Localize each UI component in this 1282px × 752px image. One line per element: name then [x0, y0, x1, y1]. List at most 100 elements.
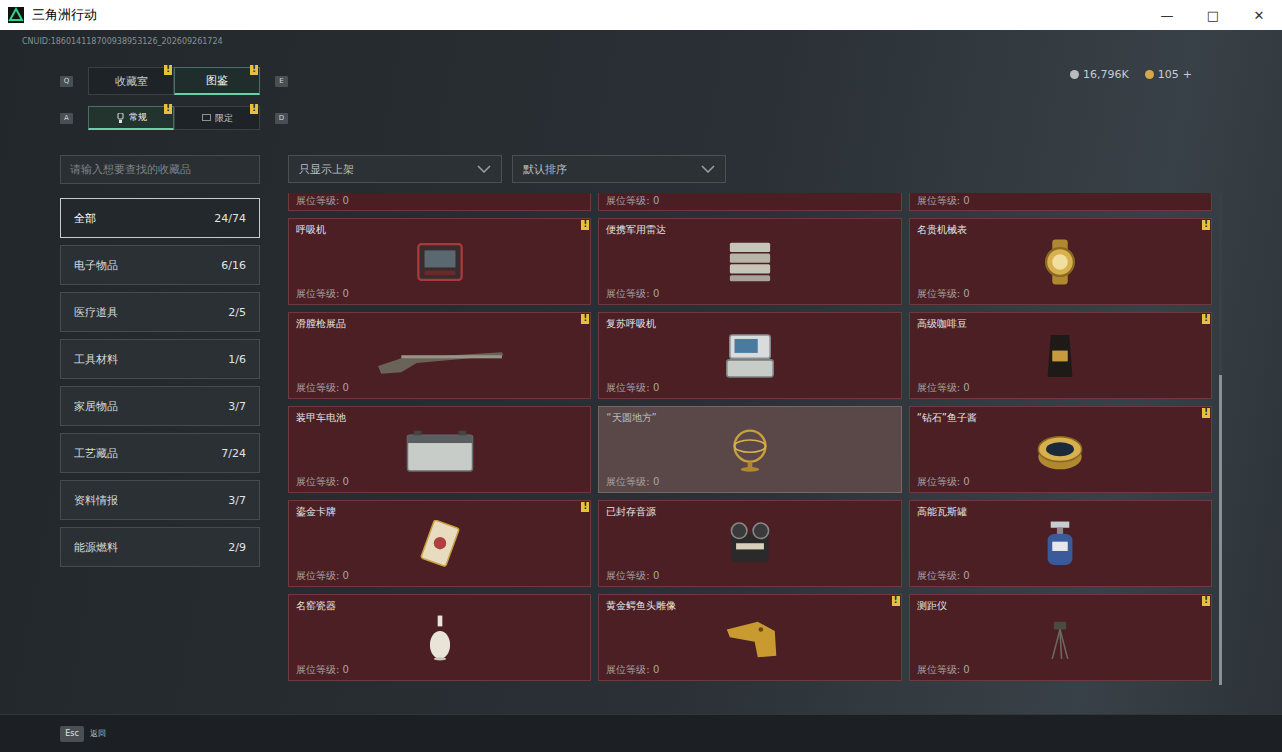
item-level: 展位等级: 0: [606, 287, 659, 301]
window-control-button[interactable]: —: [1144, 0, 1190, 30]
item-icon: [990, 614, 1130, 662]
tab-row: Q收藏室!图鉴!E: [60, 66, 288, 96]
item-name: “钻石”鱼子酱: [917, 411, 977, 425]
game-window: 三角洲行动 —□✕CNUID:186014118700938953126_2026…: [0, 0, 1282, 752]
category-item[interactable]: 电子物品6/16: [60, 245, 260, 285]
alert-badge: !: [250, 65, 258, 75]
item-name: 呼吸机: [296, 223, 326, 237]
add-currency-button[interactable]: +: [1183, 68, 1192, 81]
back-label[interactable]: 返回: [90, 728, 106, 739]
category-item[interactable]: 资料情报3/7: [60, 480, 260, 520]
item-card[interactable]: 滑膛枪展品展位等级: 0!: [288, 312, 591, 399]
item-name: 高级咖啡豆: [917, 317, 967, 331]
alert-badge: !: [892, 596, 900, 606]
subtab[interactable]: 常规!: [88, 106, 174, 130]
subtab[interactable]: 限定!: [174, 106, 260, 130]
item-card[interactable]: 黄金鳄鱼头雕像展位等级: 0!: [598, 594, 901, 681]
item-card[interactable]: 复苏呼吸机展位等级: 0: [598, 312, 901, 399]
chevron-down-icon: [701, 165, 715, 173]
item-card[interactable]: 呼吸机展位等级: 0!: [288, 218, 591, 305]
item-level: 展位等级: 0: [917, 287, 970, 301]
item-level: 展位等级: 0: [606, 569, 659, 583]
currency-item: 105: [1145, 68, 1179, 81]
item-card[interactable]: 鎏金卡牌展位等级: 0!: [288, 500, 591, 587]
item-level: 展位等级: 0: [606, 663, 659, 677]
item-card[interactable]: 高能瓦斯罐展位等级: 0: [909, 500, 1212, 587]
item-level: 展位等级: 0: [917, 569, 970, 583]
category-item[interactable]: 工艺藏品7/24: [60, 433, 260, 473]
item-level: 展位等级: 0: [296, 381, 349, 395]
item-card[interactable]: 便携军用雷达展位等级: 0: [598, 218, 901, 305]
scrollbar-thumb[interactable]: [1219, 375, 1222, 685]
header: CNUID:186014118700938953126_202609261724…: [0, 30, 1282, 130]
item-level: 展位等级: 0: [296, 569, 349, 583]
category-item[interactable]: 全部24/74: [60, 198, 260, 238]
chevron-down-icon: [477, 165, 491, 173]
alert-badge: !: [581, 314, 589, 324]
filter-dropdown[interactable]: 只显示上架: [288, 155, 502, 183]
currency-bar: 16,796K 105 +: [1070, 36, 1282, 82]
key-hint: Q: [60, 76, 73, 87]
trophy-icon: [116, 113, 125, 123]
item-name: 已封存音源: [606, 505, 656, 519]
window-control-button[interactable]: ✕: [1236, 0, 1282, 30]
item-icon: [680, 426, 820, 474]
item-icon: [990, 520, 1130, 568]
item-card[interactable]: 展位等级: 0: [598, 193, 901, 211]
item-icon: [370, 614, 510, 662]
category-item[interactable]: 能源燃料2/9: [60, 527, 260, 567]
tab[interactable]: 收藏室!: [88, 67, 174, 95]
esc-key[interactable]: Esc: [60, 726, 84, 742]
tab[interactable]: 图鉴!: [174, 67, 260, 95]
logo-icon: [8, 7, 24, 23]
item-name: 滑膛枪展品: [296, 317, 346, 331]
item-icon: [990, 426, 1130, 474]
footer-bar: Esc 返回: [0, 714, 1282, 752]
subtab-row: A常规!限定!D: [60, 106, 288, 130]
currency-item: 16,796K: [1070, 68, 1129, 81]
title-bar: 三角洲行动 —□✕: [0, 0, 1282, 30]
window-title: 三角洲行动: [32, 6, 97, 24]
item-card[interactable]: 名贵机械表展位等级: 0!: [909, 218, 1212, 305]
item-icon: [990, 238, 1130, 286]
window-control-button[interactable]: □: [1190, 0, 1236, 30]
item-card[interactable]: “钻石”鱼子酱展位等级: 0!: [909, 406, 1212, 493]
category-item[interactable]: 医疗道具2/5: [60, 292, 260, 332]
item-name: 装甲车电池: [296, 411, 346, 425]
item-level: 展位等级: 0: [606, 381, 659, 395]
item-card[interactable]: 测距仪展位等级: 0!: [909, 594, 1212, 681]
alert-badge: !: [250, 104, 258, 114]
item-card[interactable]: 展位等级: 0: [288, 193, 591, 211]
category-item[interactable]: 家居物品3/7: [60, 386, 260, 426]
item-name: 高能瓦斯罐: [917, 505, 967, 519]
item-icon: [370, 426, 510, 474]
item-card[interactable]: “天圆地方”展位等级: 0: [598, 406, 901, 493]
item-level: 展位等级: 0: [296, 287, 349, 301]
search-field[interactable]: 请输入想要查找的收藏品: [60, 155, 260, 184]
item-level: 展位等级: 0: [296, 663, 349, 677]
alert-badge: !: [1202, 314, 1210, 324]
item-card[interactable]: 展位等级: 0: [909, 193, 1212, 211]
item-level: 展位等级: 0: [917, 663, 970, 677]
alert-badge: !: [164, 104, 172, 114]
coin-icon: [1070, 70, 1079, 79]
alert-badge: !: [164, 65, 172, 75]
filter-dropdown[interactable]: 默认排序: [512, 155, 726, 183]
window-controls: —□✕: [1144, 0, 1282, 30]
item-card[interactable]: 高级咖啡豆展位等级: 0!: [909, 312, 1212, 399]
coin-icon: [1145, 70, 1154, 79]
item-name: 复苏呼吸机: [606, 317, 656, 331]
category-item[interactable]: 工具材料1/6: [60, 339, 260, 379]
item-icon: [680, 332, 820, 380]
item-card[interactable]: 已封存音源展位等级: 0: [598, 500, 901, 587]
item-level: 展位等级: 0: [296, 475, 349, 489]
frame-icon: [202, 113, 211, 123]
content: 只显示上架默认排序展位等级: 0展位等级: 0展位等级: 0呼吸机展位等级: 0…: [288, 155, 1222, 685]
item-icon: [680, 614, 820, 662]
key-hint: D: [275, 113, 288, 124]
scrollbar[interactable]: [1219, 193, 1222, 685]
item-card[interactable]: 名窑瓷器展位等级: 0: [288, 594, 591, 681]
item-icon: [680, 520, 820, 568]
item-icon: [370, 238, 510, 286]
item-card[interactable]: 装甲车电池展位等级: 0: [288, 406, 591, 493]
